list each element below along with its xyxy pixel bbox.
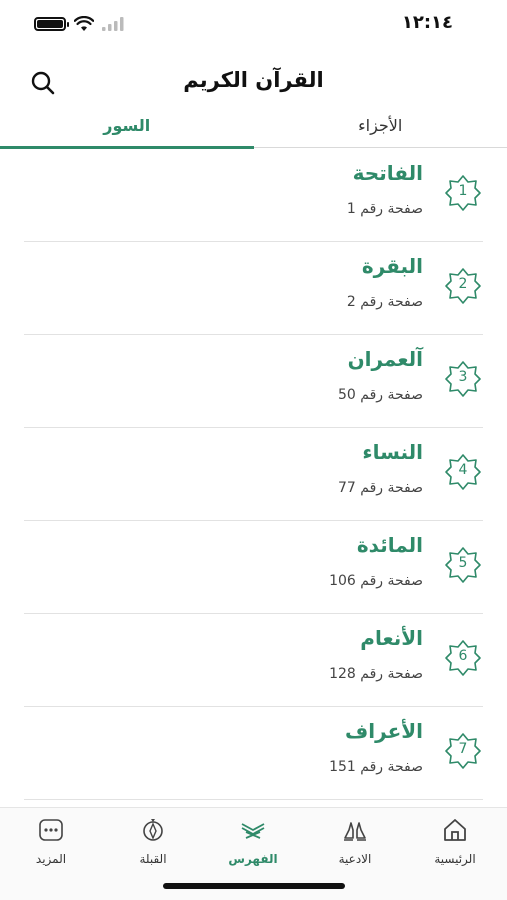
page-number: 50 (337, 387, 356, 403)
sura-number: 2 (458, 276, 468, 292)
sura-row[interactable]: 4 النساء صفحة رقم 77 (24, 428, 483, 521)
tab-juz[interactable]: الأجزاء (254, 108, 507, 147)
segment-tabs: الأجزاء السور (0, 108, 507, 149)
header: القرآن الكريم (0, 60, 507, 104)
sura-name: الفاتحة (352, 161, 423, 185)
more-icon (39, 819, 63, 841)
qibla-compass-icon (143, 819, 163, 841)
number-badge: 3 (443, 359, 483, 399)
tab-duas-label: الادعية (338, 852, 372, 866)
sura-name: البقرة (361, 254, 423, 278)
page-label: صفحة رقم (360, 759, 423, 775)
battery-icon (34, 17, 69, 31)
page-info: صفحة رقم 151 (329, 759, 423, 775)
tab-index[interactable]: الفهرس (208, 816, 298, 866)
page-info: صفحة رقم 128 (329, 666, 423, 682)
number-badge: 4 (443, 452, 483, 492)
sura-number: 1 (458, 183, 468, 199)
sura-name: النساء (362, 440, 423, 464)
sura-name: الأنعام (360, 626, 423, 650)
tab-duas[interactable]: الادعية (310, 816, 400, 866)
home-indicator (163, 883, 345, 889)
page-info: صفحة رقم 2 (347, 294, 423, 310)
tab-home-label: الرئيسية (434, 852, 476, 866)
number-badge: 2 (443, 266, 483, 306)
page-label: صفحة رقم (360, 387, 423, 403)
sura-number: 5 (458, 555, 468, 571)
sura-name: الأعراف (345, 719, 423, 743)
page-title: القرآن الكريم (183, 68, 324, 92)
tab-index-label: الفهرس (228, 852, 278, 866)
page-label: صفحة رقم (360, 573, 423, 589)
signal-icon (102, 17, 124, 31)
sura-row[interactable]: 1 الفاتحة صفحة رقم 1 (24, 149, 483, 242)
sura-row[interactable]: 5 المائدة صفحة رقم 106 (24, 521, 483, 614)
sura-number: 6 (458, 648, 468, 664)
tab-home[interactable]: الرئيسية (410, 816, 500, 866)
page-number: 2 (346, 294, 356, 310)
search-button[interactable] (28, 68, 58, 98)
sura-list: 1 الفاتحة صفحة رقم 1 2 البقرة صفحة رقم 2… (0, 149, 507, 807)
sura-row[interactable]: 6 الأنعام صفحة رقم 128 (24, 614, 483, 707)
sura-name: آلعمران (347, 347, 423, 371)
page-number: 106 (329, 573, 356, 589)
page-label: صفحة رقم (360, 201, 423, 217)
number-badge: 1 (443, 173, 483, 213)
page-info: صفحة رقم 1 (347, 201, 423, 217)
page-info: صفحة رقم 77 (338, 480, 423, 496)
tab-qibla[interactable]: القبلة (108, 816, 198, 866)
sura-number: 7 (458, 741, 468, 757)
number-badge: 6 (443, 638, 483, 678)
sura-number: 4 (458, 462, 468, 478)
tab-more-label: المزيد (35, 852, 67, 866)
status-time: ١٢:١٤ (401, 12, 453, 33)
page-number: 151 (329, 759, 356, 775)
sura-row[interactable]: 2 البقرة صفحة رقم 2 (24, 242, 483, 335)
number-badge: 5 (443, 545, 483, 585)
praying-hands-icon (344, 822, 366, 841)
tab-more[interactable]: المزيد (6, 816, 96, 866)
status-icons (34, 16, 124, 32)
status-bar: ١٢:١٤ (0, 0, 507, 50)
sura-row[interactable]: 3 آلعمران صفحة رقم 50 (24, 335, 483, 428)
sura-row[interactable]: 7 الأعراف صفحة رقم 151 (24, 707, 483, 800)
page-label: صفحة رقم (360, 480, 423, 496)
tab-qibla-label: القبلة (139, 852, 167, 866)
page-number: 1 (346, 201, 356, 217)
page-number: 128 (329, 666, 356, 682)
sura-name: المائدة (356, 533, 423, 557)
wifi-icon (74, 16, 94, 31)
sura-number: 3 (458, 369, 468, 385)
tab-suras[interactable]: السور (0, 108, 254, 149)
home-icon (444, 819, 466, 841)
page-number: 77 (337, 480, 356, 496)
page-info: صفحة رقم 106 (329, 573, 423, 589)
page-label: صفحة رقم (360, 294, 423, 310)
number-badge: 7 (443, 731, 483, 771)
page-info: صفحة رقم 50 (338, 387, 423, 403)
search-icon (31, 71, 55, 95)
page-label: صفحة رقم (360, 666, 423, 682)
quran-stand-icon (241, 823, 265, 839)
